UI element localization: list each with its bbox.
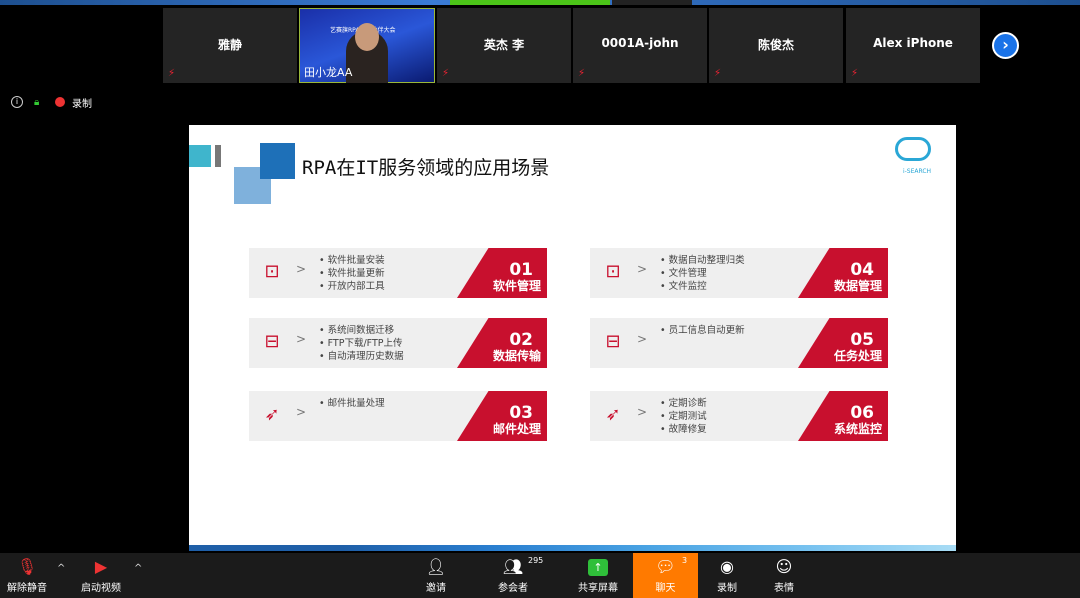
- box-icon: ⊟: [605, 331, 621, 352]
- participant-tile[interactable]: 陈俊杰 ⚡: [709, 8, 843, 83]
- share-screen-button[interactable]: ↑ 共享屏幕: [574, 553, 622, 598]
- mic-muted-icon: ⚡: [578, 68, 586, 79]
- recording-label: 录制: [72, 98, 92, 110]
- mic-muted-icon: 🎙︎: [16, 557, 38, 576]
- video-off-icon: ▶︎: [94, 557, 108, 576]
- paper-plane-icon: ➶: [605, 404, 621, 425]
- reactions-label: 表情: [774, 583, 794, 594]
- scenario-card: ➶>邮件批量处理03邮件处理: [249, 391, 547, 441]
- decor-square: [189, 145, 211, 167]
- participant-name: Alex iPhone: [873, 36, 953, 50]
- person-head: [355, 23, 379, 51]
- sharing-indicator: [450, 0, 610, 5]
- shared-slide: RPA在IT服务领域的应用场景 i-SEARCH ⊡>软件批量安装软件批量更新开…: [189, 125, 956, 551]
- participants-button[interactable]: 👥︎ 参会者: [493, 553, 533, 598]
- record-label: 录制: [717, 583, 737, 594]
- scenario-card: ⊟>系统间数据迁移FTP下载/FTP上传自动清理历史数据02数据传输: [249, 318, 547, 368]
- participant-tile[interactable]: Alex iPhone ⚡: [846, 8, 980, 83]
- participant-name: 英杰 李: [483, 38, 525, 52]
- emoji-icon: ☺: [775, 557, 793, 576]
- participant-name: 0001A-john: [601, 36, 679, 50]
- start-video-button[interactable]: ▶︎ 启动视频: [77, 553, 125, 598]
- chevron-right-icon: >: [296, 332, 307, 346]
- unmute-button[interactable]: 🎙︎ 解除静音: [4, 553, 50, 598]
- participant-tile[interactable]: 雅静 ⚡: [163, 8, 297, 83]
- recording-indicator[interactable]: 录制: [55, 96, 92, 110]
- start-video-label: 启动视频: [81, 583, 121, 594]
- i-search-logo: i-SEARCH: [889, 135, 945, 175]
- chevron-right-icon: >: [637, 262, 648, 276]
- decor-bar: [215, 145, 221, 167]
- info-icon[interactable]: i: [11, 96, 23, 108]
- chevron-right-icon: >: [296, 262, 307, 276]
- mic-muted-icon: ⚡: [168, 68, 176, 79]
- unmute-label: 解除静音: [7, 583, 47, 594]
- share-label: 共享屏幕: [578, 583, 618, 594]
- lock-icon[interactable]: 🔒︎: [34, 96, 39, 108]
- participants-count: 295: [528, 556, 544, 565]
- participant-tile[interactable]: 英杰 李 ⚡: [437, 8, 571, 83]
- mic-muted-icon: ⚡: [851, 68, 859, 79]
- audio-options-caret[interactable]: ^: [57, 563, 65, 574]
- chat-count: 3: [682, 556, 688, 565]
- participant-video-tile[interactable]: 艺赛旗RPA合作伙伴大会 田小龙AA: [299, 8, 435, 83]
- participant-tile[interactable]: 0001A-john ⚡: [573, 8, 707, 83]
- chat-label: 聊天: [655, 583, 676, 594]
- paper-plane-icon: ➶: [264, 404, 280, 425]
- chevron-right-icon: >: [637, 405, 648, 419]
- reactions-button[interactable]: ☺ 表情: [769, 553, 799, 598]
- scenario-card: ⊡>软件批量安装软件批量更新开放内部工具01软件管理: [249, 248, 547, 298]
- meeting-toolbar: 🎙︎ 解除静音 ^ ▶︎ 启动视频 ^ 👤︎ 邀请 👥︎ 参会者 295 ↑ 共享屏幕 💬…: [0, 553, 1080, 598]
- invite-button[interactable]: 👤︎ 邀请: [418, 553, 454, 598]
- mic-muted-icon: ⚡: [442, 68, 450, 79]
- chat-icon: 💬︎: [655, 557, 676, 576]
- record-dot-icon: [55, 97, 65, 107]
- invite-label: 邀请: [426, 583, 446, 594]
- participant-name: 雅静: [217, 38, 242, 52]
- chevron-right-icon: >: [296, 405, 307, 419]
- share-screen-icon: ↑: [574, 553, 622, 579]
- slide-title: RPA在IT服务领域的应用场景: [302, 157, 550, 179]
- video-options-caret[interactable]: ^: [134, 563, 142, 574]
- scenario-card: ➶>定期诊断定期测试故障修复06系统监控: [590, 391, 888, 441]
- decor-square: [260, 143, 295, 179]
- box-icon: ⊟: [264, 331, 280, 352]
- slide-bottom-stripe: [189, 545, 956, 551]
- mic-muted-icon: ⚡: [714, 68, 722, 79]
- participants-label: 参会者: [498, 583, 528, 594]
- record-icon: ◉: [720, 557, 734, 576]
- scenario-card: ⊟>员工信息自动更新05任务处理: [590, 318, 888, 368]
- chat-button[interactable]: 💬︎ 聊天: [633, 553, 698, 598]
- participants-icon: 👥︎: [502, 557, 524, 576]
- toolbox-icon: ⊡: [264, 261, 280, 282]
- toolbox-icon: ⊡: [605, 261, 621, 282]
- add-user-icon: 👤︎: [425, 557, 447, 576]
- top-bar-segment: [612, 0, 692, 5]
- participant-name: 田小龙AA: [304, 66, 353, 79]
- participant-name: 陈俊杰: [757, 38, 794, 52]
- next-page-arrow-icon[interactable]: ›: [992, 32, 1019, 59]
- chevron-right-icon: >: [637, 332, 648, 346]
- record-button[interactable]: ◉ 录制: [712, 553, 742, 598]
- scenario-card: ⊡>数据自动整理归类文件管理文件监控04数据管理: [590, 248, 888, 298]
